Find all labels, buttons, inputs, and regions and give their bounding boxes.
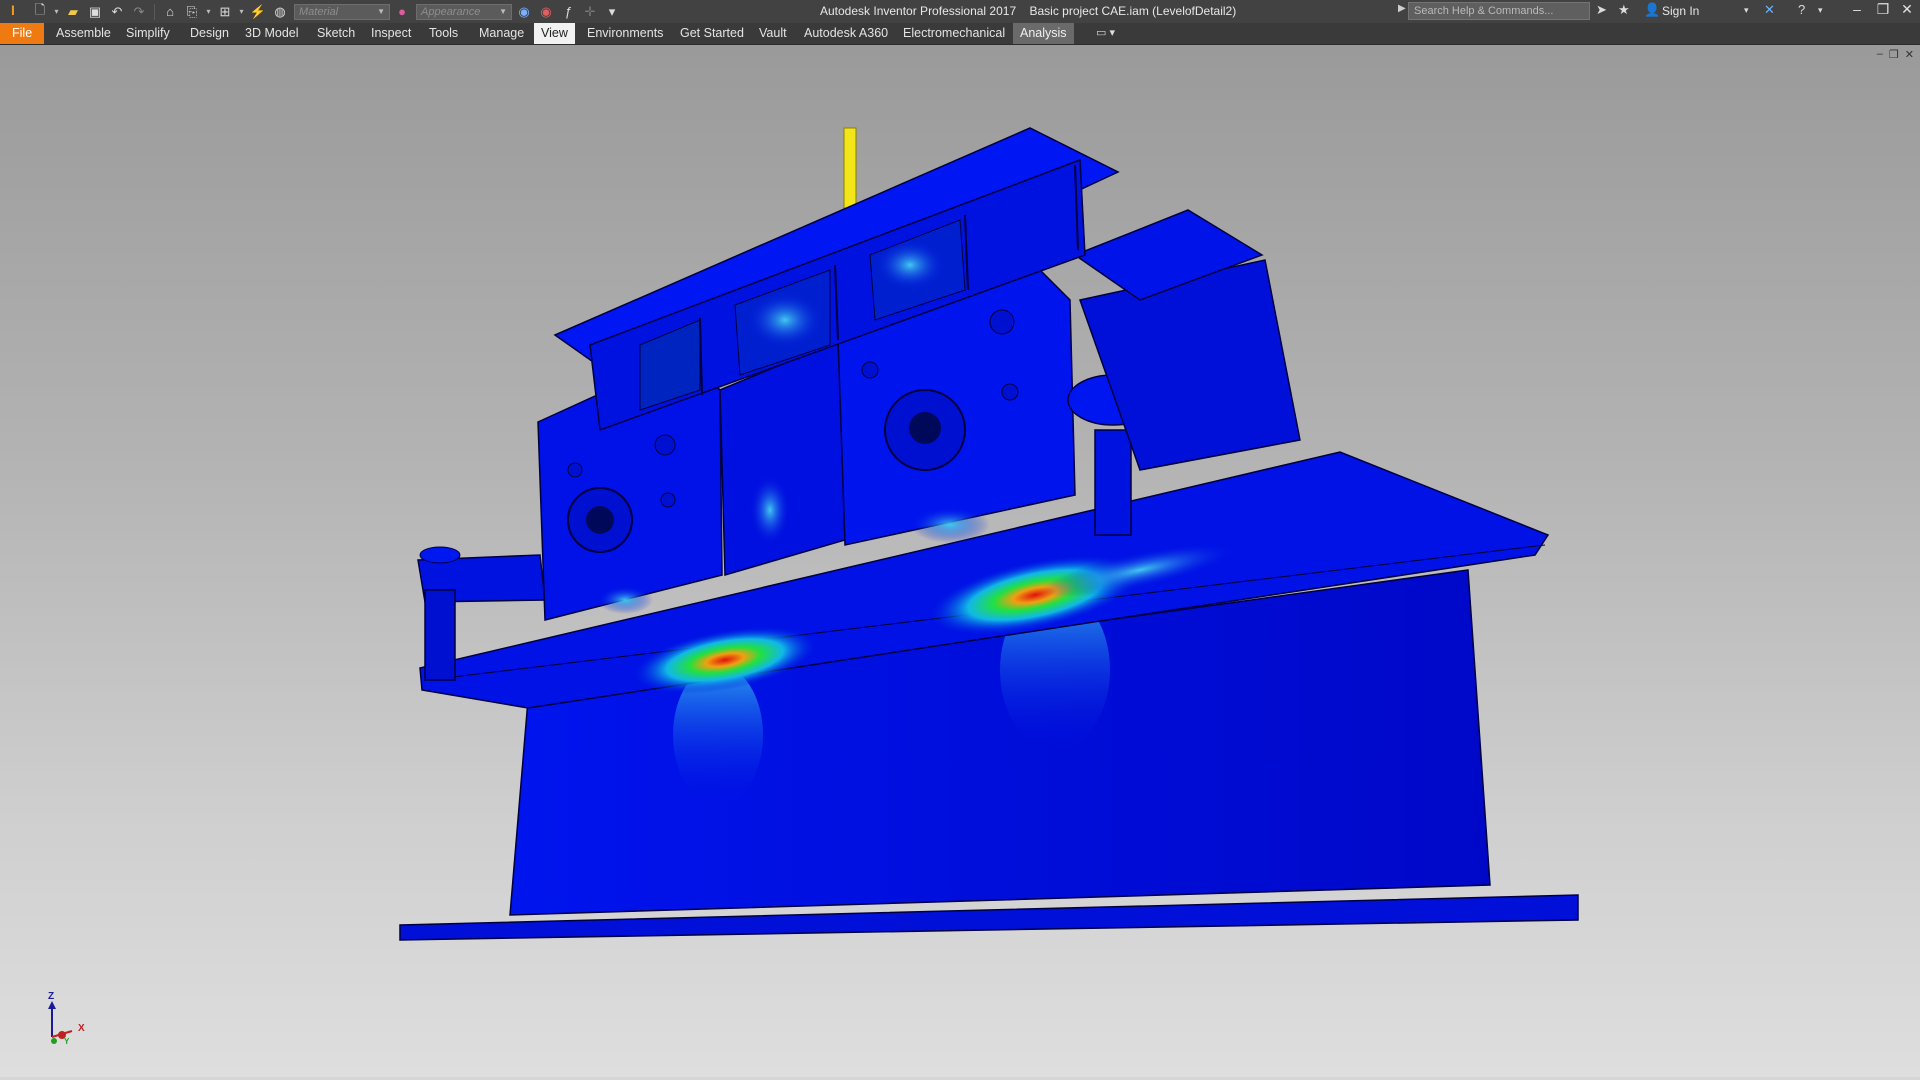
- redo-icon[interactable]: ↷: [129, 2, 149, 22]
- chevron-down-icon: ▼: [499, 7, 507, 16]
- tab-analysis[interactable]: Analysis: [1013, 23, 1074, 44]
- tab-view[interactable]: View: [534, 23, 575, 44]
- adjust-icon[interactable]: ◉: [514, 2, 534, 22]
- load-arrow: [843, 127, 857, 209]
- tab-autodesk-a360[interactable]: Autodesk A360: [797, 23, 895, 44]
- ribbon-tab-bar: File Assemble Simplify Design 3D Model S…: [0, 23, 1920, 45]
- tab-sketch[interactable]: Sketch: [310, 23, 362, 44]
- graphics-window[interactable]: ‒ ❐ ✕ Z X Y: [0, 45, 1920, 1077]
- bolt: [1094, 429, 1132, 536]
- search-arrow-icon[interactable]: ▶: [1398, 3, 1406, 14]
- parameters-icon[interactable]: ƒ: [558, 2, 578, 22]
- new-icon[interactable]: 🗋: [30, 2, 50, 22]
- tab-assemble[interactable]: Assemble: [49, 23, 118, 44]
- measure-icon[interactable]: ✛: [580, 2, 600, 22]
- return-dropdown-icon[interactable]: ▾: [204, 2, 213, 22]
- home-icon[interactable]: ⌂: [160, 2, 180, 22]
- tab-manage[interactable]: Manage: [472, 23, 531, 44]
- customize-qat-icon[interactable]: ▾: [602, 2, 622, 22]
- update-icon[interactable]: ⚡: [248, 2, 268, 22]
- clear-override-icon[interactable]: ◉: [536, 2, 556, 22]
- select-dropdown-icon[interactable]: ▾: [237, 2, 246, 22]
- tab-environments[interactable]: Environments: [580, 23, 670, 44]
- axis-y-label: Y: [64, 1037, 70, 1046]
- material-select-value: Material: [299, 5, 339, 18]
- tab-inspect[interactable]: Inspect: [364, 23, 418, 44]
- tab-tools[interactable]: Tools: [422, 23, 465, 44]
- sign-in-dropdown-icon[interactable]: ▾: [1744, 5, 1749, 16]
- new-dropdown-icon[interactable]: ▾: [52, 2, 61, 22]
- tab-file[interactable]: File: [0, 23, 45, 44]
- ribbon-display-toggle-icon[interactable]: ▭ ▾: [1096, 26, 1115, 39]
- return-icon[interactable]: ⎘: [182, 2, 202, 22]
- axis-z-label: Z: [48, 991, 55, 1002]
- close-button[interactable]: ✕: [1896, 1, 1918, 21]
- material-icon[interactable]: ◍: [270, 2, 290, 22]
- axis-triad-icon: [48, 1001, 73, 1044]
- tab-design[interactable]: Design: [183, 23, 236, 44]
- tab-get-started[interactable]: Get Started: [673, 23, 751, 44]
- undo-icon[interactable]: ↶: [107, 2, 127, 22]
- a360-icon[interactable]: ✕: [1764, 2, 1775, 18]
- user-icon[interactable]: 👤: [1644, 2, 1660, 18]
- stress-analysis-model[interactable]: [0, 45, 1920, 1077]
- sign-in-button[interactable]: Sign In: [1662, 4, 1699, 18]
- tab-electromechanical[interactable]: Electromechanical: [896, 23, 1012, 44]
- open-icon[interactable]: ▰: [63, 2, 83, 22]
- title-bar: I 🗋 ▾ ▰ ▣ ↶ ↷ ⌂ ⎘ ▾ ⊞ ▾ ⚡ ◍ Material ▼ ●…: [0, 0, 1920, 23]
- document-name: Basic project CAE.iam (LevelofDetail2): [1029, 4, 1237, 18]
- minimize-button[interactable]: ‒: [1846, 1, 1868, 21]
- select-icon[interactable]: ⊞: [215, 2, 235, 22]
- appearance-select-value: Appearance: [421, 5, 481, 18]
- save-icon[interactable]: ▣: [85, 2, 105, 22]
- app-name: Autodesk Inventor Professional 2017: [820, 4, 1017, 18]
- chevron-down-icon: ▼: [377, 7, 385, 16]
- tab-vault[interactable]: Vault: [752, 23, 794, 44]
- tab-3d-model[interactable]: 3D Model: [238, 23, 306, 44]
- toolbar-divider: [154, 3, 155, 20]
- inventor-logo-icon[interactable]: I: [4, 2, 22, 22]
- help-icon[interactable]: ?: [1798, 2, 1805, 17]
- appearance-icon[interactable]: ●: [392, 2, 412, 22]
- window-title: Autodesk Inventor Professional 2017 Basi…: [820, 4, 1236, 18]
- appearance-select[interactable]: Appearance ▼: [416, 3, 512, 20]
- quick-access-toolbar: 🗋 ▾ ▰ ▣ ↶ ↷ ⌂ ⎘ ▾ ⊞ ▾ ⚡ ◍ Material ▼ ● A…: [30, 0, 622, 23]
- communication-icon[interactable]: ➤: [1596, 2, 1607, 18]
- tab-simplify[interactable]: Simplify: [119, 23, 177, 44]
- axis-x-label: X: [78, 1023, 85, 1034]
- restore-button[interactable]: ❐: [1872, 1, 1894, 21]
- view-triad[interactable]: Z X Y: [40, 991, 100, 1055]
- help-dropdown-icon[interactable]: ▾: [1818, 5, 1823, 16]
- search-input[interactable]: Search Help & Commands...: [1408, 2, 1590, 20]
- material-select[interactable]: Material ▼: [294, 3, 390, 20]
- favorites-icon[interactable]: ★: [1618, 2, 1630, 18]
